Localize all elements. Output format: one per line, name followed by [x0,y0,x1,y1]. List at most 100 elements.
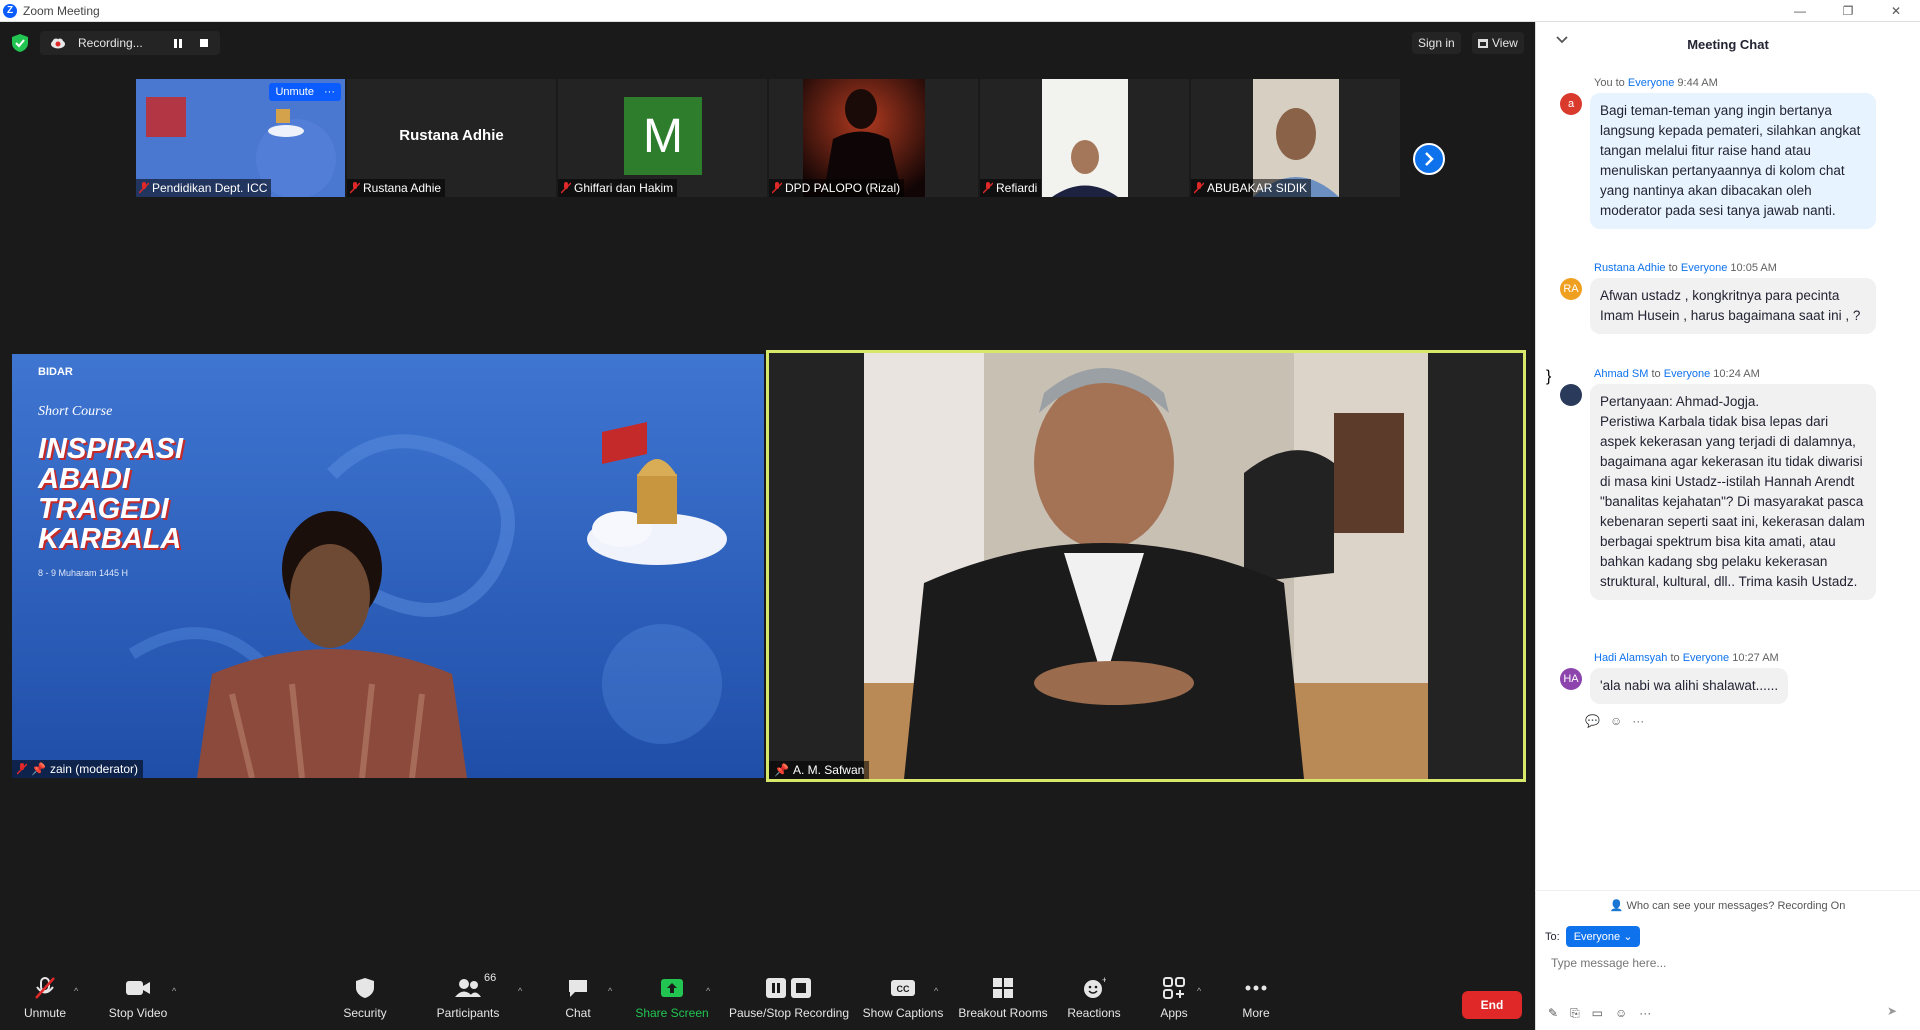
participant-name: zain (moderator) [49,762,138,776]
more-tools-icon[interactable]: ··· [1639,1006,1651,1021]
video-active-speaker[interactable]: 📌 A. M. Safwan [766,350,1526,782]
message-recipient[interactable]: Everyone [1664,368,1710,380]
video-name-tag: 📌 zain (moderator) [12,760,143,778]
breakout-rooms-button[interactable]: Breakout Rooms [958,950,1048,1030]
toolbar-label: Share Screen [635,1006,709,1020]
participants-button[interactable]: 66 Participants [436,950,500,1030]
chat-button[interactable]: Chat [560,950,596,1030]
share-caret[interactable]: ^ [706,986,710,996]
window-titlebar: Z Zoom Meeting — ❐ ✕ [0,0,1920,22]
message-to-word: to [1651,368,1661,380]
message-recipient[interactable]: Everyone [1681,262,1727,274]
message-sender[interactable]: Hadi Alamsyah [1594,652,1667,664]
message-sender[interactable]: Ahmad SM [1594,368,1648,380]
restore-button[interactable]: ❐ [1824,0,1872,22]
end-meeting-button[interactable]: End [1462,991,1522,1019]
video-options-caret[interactable]: ^ [172,986,176,996]
recording-label: Recording... [78,36,143,50]
message-bubble: Pertanyaan: Ahmad-Jogja. Peristiwa Karba… [1590,384,1876,600]
chat-message: You to Everyone 9:44 AM a Bagi teman-tem… [1546,77,1906,247]
breakout-rooms-icon [993,978,1013,998]
pause-recording-icon[interactable] [172,37,184,49]
close-button[interactable]: ✕ [1872,0,1920,22]
video-zain-moderator[interactable]: BIDAR Short Course INSPIRASI ABADI TRAGE… [12,354,764,778]
thumbnail-abubakar[interactable]: ABUBAKAR SIDIK [1191,79,1400,197]
toolbar-label: Breakout Rooms [958,1006,1048,1020]
message-meta: Hadi Alamsyah to Everyone 10:27 AM [1594,652,1779,664]
slide-org: BIDAR [38,366,73,378]
mic-off-icon [139,182,149,194]
security-button[interactable]: Security [340,950,390,1030]
message-bubble: Bagi teman-teman yang ingin bertanya lan… [1590,93,1876,229]
who-can-see-messages[interactable]: 👤 Who can see your messages? Recording O… [1535,890,1920,912]
view-button[interactable]: View [1472,32,1524,54]
more-actions-icon[interactable]: ··· [1632,714,1644,728]
window-controls: — ❐ ✕ [1776,0,1920,22]
participant-avatar: M [624,97,702,175]
minimize-button[interactable]: — [1776,0,1824,22]
unmute-button[interactable]: Unmute [20,950,70,1030]
video-camera-icon [126,981,150,995]
show-captions-button[interactable]: CC Show Captions [862,950,944,1030]
more-options-icon[interactable]: ··· [324,86,335,98]
apps-caret[interactable]: ^ [1197,986,1201,996]
more-button[interactable]: More [1238,950,1274,1030]
add-reaction-icon[interactable]: ☺ [1610,714,1622,728]
message-bubble: 'ala nabi wa alihi shalawat...... [1590,668,1789,704]
pause-stop-recording-button[interactable]: Pause/Stop Recording [728,950,850,1030]
chat-caret[interactable]: ^ [608,986,612,996]
share-screen-icon [661,979,683,997]
share-screen-button[interactable]: Share Screen [635,950,709,1030]
recipient-dropdown[interactable]: Everyone ⌄ [1565,926,1641,947]
audio-options-caret[interactable]: ^ [74,986,78,996]
screenshot-icon[interactable]: ⎘ [1570,1006,1580,1021]
participant-video [1042,79,1128,197]
emoji-icon[interactable]: ☺ [1615,1006,1627,1021]
message-meta: Rustana Adhie to Everyone 10:05 AM [1594,262,1777,274]
format-text-icon[interactable]: ✎ [1548,1006,1558,1021]
reactions-button[interactable]: + Reactions [1066,950,1122,1030]
next-page-button[interactable] [1413,143,1445,175]
captions-caret[interactable]: ^ [934,986,938,996]
unmute-badge[interactable]: Unmute ··· [269,83,341,101]
pin-icon: 📌 [31,762,46,776]
to-label: To: [1545,930,1560,943]
reply-icon[interactable]: 💬 [1585,714,1600,728]
encryption-shield-icon[interactable] [12,34,28,52]
meeting-chat-panel: Meeting Chat You to Everyone 9:44 AM a B… [1535,22,1920,1030]
send-icon[interactable]: ➤ [1887,1004,1897,1018]
thumbnail-pendidikan[interactable]: Unmute ··· Pendidikan Dept. ICC [136,79,345,197]
participants-caret[interactable]: ^ [518,986,522,996]
message-recipient[interactable]: Everyone [1628,77,1674,89]
unmute-badge-label: Unmute [275,86,314,98]
message-sender[interactable]: Rustana Adhie [1594,262,1666,274]
message-time: 10:05 AM [1730,262,1777,274]
toolbar-label: Apps [1160,1006,1188,1020]
window-title: Zoom Meeting [23,3,100,18]
video-name-tag: 📌 A. M. Safwan [769,761,870,779]
thumbnail-ghiffari[interactable]: M Ghiffari dan Hakim [558,79,767,197]
thumbnail-rustana[interactable]: Rustana Adhie Rustana Adhie [347,79,556,197]
thumbnail-dpd-palopo[interactable]: DPD PALOPO (Rizal) [769,79,978,197]
message-time: 10:24 AM [1713,368,1760,380]
message-meta: You to Everyone 9:44 AM [1594,77,1718,89]
apps-button[interactable]: Apps [1156,950,1192,1030]
recording-indicator: Recording... [40,31,220,55]
chevron-down-icon[interactable] [1556,36,1568,44]
thumbnail-name-tag: Refiardi [980,179,1042,197]
participant-name: Refiardi [996,181,1038,195]
person-info-icon: 👤 [1609,900,1624,912]
sign-in-button[interactable]: Sign in [1412,32,1461,54]
participant-thumbnail-strip: Unmute ··· Pendidikan Dept. ICC Rustana … [136,79,1400,197]
message-to-word: to [1615,77,1625,89]
chat-message-input[interactable] [1551,956,1891,970]
message-recipient[interactable]: Everyone [1683,652,1729,664]
participant-center-name: Rustana Adhie [399,127,504,144]
file-attach-icon[interactable]: ▭ [1592,1006,1603,1021]
thumbnail-name-tag: ABUBAKAR SIDIK [1191,179,1312,197]
thumbnail-refiardi[interactable]: Refiardi [980,79,1189,197]
stop-video-button[interactable]: Stop Video [106,950,170,1030]
chat-bubble-icon [569,980,587,997]
chevron-right-icon [1425,152,1434,166]
stop-recording-icon[interactable] [200,39,208,47]
